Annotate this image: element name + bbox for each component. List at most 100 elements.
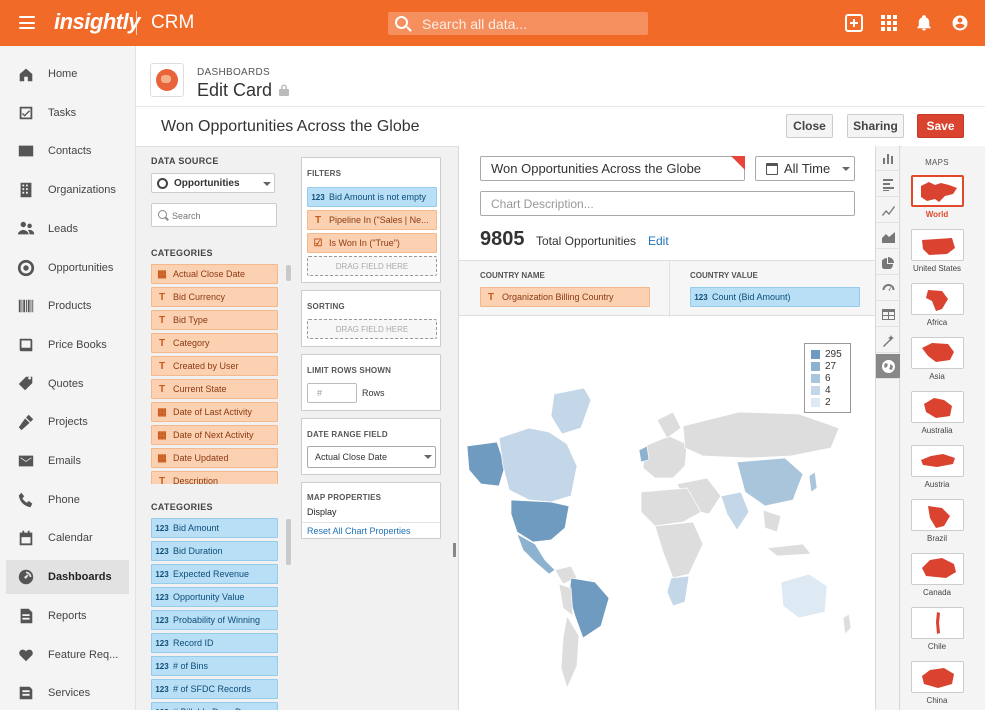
account-icon[interactable] [951, 14, 969, 32]
dimension-field[interactable]: ▦ Date of Next Activity [151, 425, 278, 445]
measure-field[interactable]: 123# Billable Days D... [151, 702, 278, 710]
chart-type-button[interactable] [876, 354, 900, 379]
measure-field[interactable]: 123 # of Bins [151, 656, 278, 676]
add-new-icon[interactable] [845, 14, 863, 32]
filter-drop-zone[interactable]: DRAG FIELD HERE [307, 256, 437, 276]
map-region-south-africa [666, 575, 690, 607]
country-field-pill[interactable]: T Organization Billing Country [480, 287, 650, 307]
map-option-canada[interactable] [911, 553, 964, 585]
pie-chart-icon [881, 256, 894, 269]
edit-total-link[interactable]: Edit [648, 234, 669, 248]
sidebar-item-price-books[interactable]: Price Books [6, 328, 129, 362]
measure-field[interactable]: 123 # of SFDC Records [151, 679, 278, 699]
number-icon: 123 [155, 523, 169, 533]
measure-field[interactable]: 123 Bid Amount [151, 518, 278, 538]
sidebar-item-organizations[interactable]: Organizations [6, 173, 129, 207]
map-option-world[interactable] [911, 175, 964, 207]
sharing-button[interactable]: Sharing [847, 114, 904, 138]
dimension-field[interactable]: T Category [151, 333, 278, 353]
field-search[interactable] [151, 203, 277, 227]
chart-description-input[interactable]: Chart Description... [480, 191, 855, 216]
chart-type-button[interactable] [876, 172, 900, 197]
map-option-chile[interactable] [911, 607, 964, 639]
dimension-field[interactable]: ▦ Actual Close Date [151, 264, 278, 284]
menu-icon[interactable] [19, 16, 35, 29]
filter-pipeline[interactable]: T Pipeline In ("Sales | Ne... [307, 210, 437, 230]
chart-title-input[interactable]: Won Opportunities Across the Globe [480, 156, 745, 181]
dimension-field[interactable]: T Created by User [151, 356, 278, 376]
dimension-field[interactable]: ▦ Date Updated [151, 448, 278, 468]
page-header: DASHBOARDS Edit Card [136, 56, 985, 106]
data-source-select[interactable]: Opportunities [151, 173, 275, 193]
sidebar-item-tasks[interactable]: Tasks [6, 96, 129, 130]
dimension-field[interactable]: T Bid Currency [151, 287, 278, 307]
breadcrumb[interactable]: DASHBOARDS [197, 67, 270, 78]
sidebar-item-services[interactable]: Services [6, 676, 129, 710]
measure-field[interactable]: 123 Opportunity Value [151, 587, 278, 607]
time-range-select[interactable]: All Time [755, 156, 855, 181]
field-search-input[interactable] [172, 208, 272, 223]
sidebar-item-products[interactable]: Products [6, 289, 129, 323]
map-region-india [720, 491, 750, 531]
measure-field[interactable]: 123 Bid Duration [151, 541, 278, 561]
save-button[interactable]: Save [917, 114, 964, 138]
map-option-austria[interactable] [911, 445, 964, 477]
organizations-icon [17, 181, 35, 199]
sidebar-item-leads[interactable]: Leads [6, 212, 129, 246]
map-option-label: Chile [927, 642, 947, 651]
chart-type-button[interactable] [876, 276, 900, 301]
value-field-pill[interactable]: 123 Count (Bid Amount) [690, 287, 860, 307]
sidebar-item-phone[interactable]: Phone [6, 483, 129, 517]
chart-type-button[interactable] [876, 302, 900, 327]
map-option-china[interactable] [911, 661, 964, 693]
map-option-australia[interactable] [911, 391, 964, 423]
date-range-select[interactable]: Actual Close Date [307, 446, 436, 468]
chart-type-button[interactable] [876, 198, 900, 223]
notifications-bell-icon[interactable] [915, 14, 933, 32]
apps-grid-icon[interactable] [880, 14, 898, 32]
sidebar-item-emails[interactable]: Emails [6, 444, 129, 478]
dashboards-icon [17, 568, 35, 586]
map-option-brazil[interactable] [911, 499, 964, 531]
close-button[interactable]: Close [786, 114, 833, 138]
display-label[interactable]: Display [307, 507, 337, 517]
sidebar-item-label: Contacts [48, 145, 92, 158]
chart-type-button[interactable] [876, 328, 900, 353]
sidebar-item-contacts[interactable]: Contacts [6, 134, 129, 168]
sorting-drop-zone[interactable]: DRAG FIELD HERE [307, 319, 437, 339]
chart-preview: Won Opportunities Across the Globe All T… [458, 146, 876, 710]
sidebar-item-quotes[interactable]: Quotes [6, 367, 129, 401]
limit-rows-input[interactable]: # [307, 383, 357, 403]
measure-scrollbar[interactable] [286, 519, 291, 565]
filter-is-won[interactable]: ☑ Is Won In ("True") [307, 233, 437, 253]
filter-bid-amount[interactable]: 123 Bid Amount is not empty [307, 187, 437, 207]
dimension-field[interactable]: T Current State [151, 379, 278, 399]
panel-resize-handle[interactable] [453, 543, 456, 557]
measure-field[interactable]: 123 Expected Revenue [151, 564, 278, 584]
app-logo[interactable]: insightly [54, 9, 140, 35]
sidebar-item-opportunities[interactable]: Opportunities [6, 251, 129, 285]
chart-type-button[interactable] [876, 250, 900, 275]
map-thumbnail [923, 398, 952, 418]
global-search[interactable] [388, 12, 648, 35]
global-search-input[interactable] [422, 15, 642, 32]
quotes-icon [17, 375, 35, 393]
sidebar-item-calendar[interactable]: Calendar [6, 521, 129, 555]
sidebar-item-reports[interactable]: Reports [6, 599, 129, 633]
map-option-africa[interactable] [911, 283, 964, 315]
dimension-field[interactable]: T Description [151, 471, 278, 484]
dimension-scrollbar[interactable] [286, 265, 291, 281]
chart-type-button[interactable] [876, 224, 900, 249]
map-option-asia[interactable] [911, 337, 964, 369]
sidebar-item-home[interactable]: Home [6, 57, 129, 91]
map-option-united-states[interactable] [911, 229, 964, 261]
measure-field[interactable]: 123 Record ID [151, 633, 278, 653]
chart-type-button[interactable] [876, 146, 900, 171]
dimension-field[interactable]: T Bid Type [151, 310, 278, 330]
sidebar-item-dashboards[interactable]: Dashboards [6, 560, 129, 595]
dimension-field[interactable]: ▦ Date of Last Activity [151, 402, 278, 422]
measure-field[interactable]: 123 Probability of Winning [151, 610, 278, 630]
sidebar-item-projects[interactable]: Projects [6, 405, 129, 439]
sidebar-item-feature-req[interactable]: Feature Req... [6, 638, 129, 672]
reset-properties-link[interactable]: Reset All Chart Properties [307, 526, 411, 536]
